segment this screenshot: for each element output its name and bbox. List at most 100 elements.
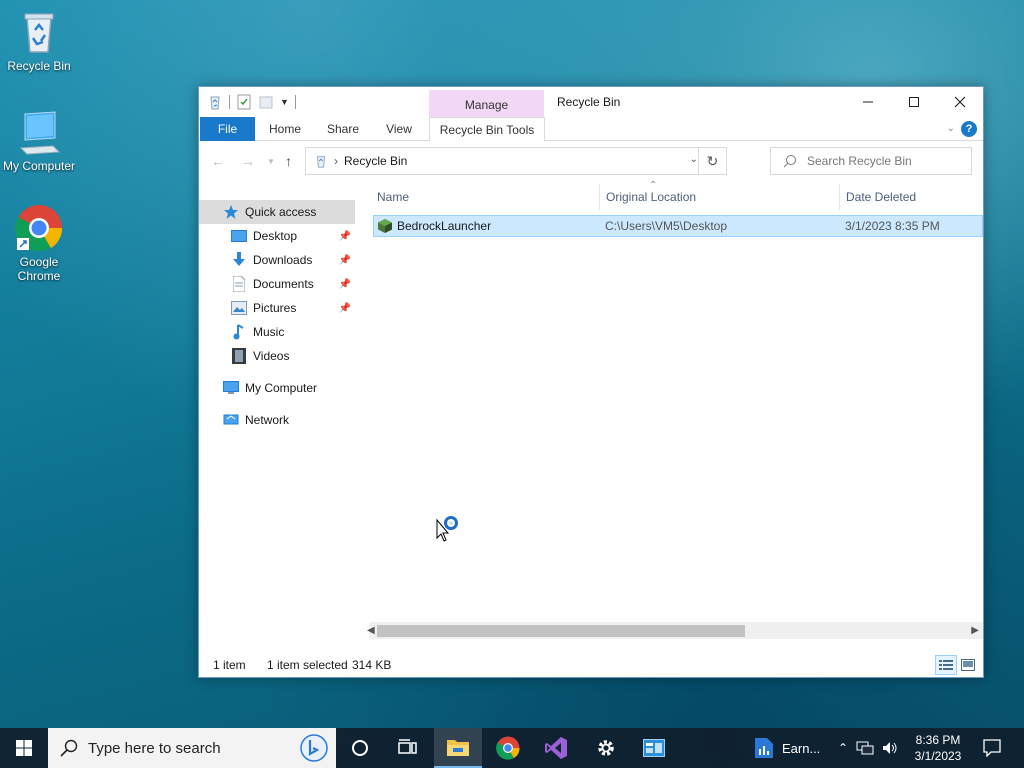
- nav-videos[interactable]: Videos: [199, 344, 355, 368]
- tab-recycle-bin-tools[interactable]: Recycle Bin Tools: [429, 117, 545, 142]
- pin-icon: 📌: [338, 278, 351, 290]
- address-row: ← → ▼ ↑ › Recycle Bin ⌄ ↻ Search Recycle…: [199, 142, 983, 180]
- column-header-date-deleted[interactable]: Date Deleted: [846, 180, 976, 214]
- document-chart-icon: [755, 738, 773, 758]
- recycle-bin-icon: [15, 8, 63, 56]
- close-button[interactable]: [937, 87, 983, 117]
- help-icon[interactable]: ?: [961, 121, 977, 137]
- taskbar-search-input[interactable]: Type here to search: [48, 728, 336, 768]
- details-view-button[interactable]: [935, 655, 957, 675]
- desktop-icon-label: Recycle Bin: [7, 59, 71, 73]
- status-size: 314 KB: [352, 658, 392, 672]
- start-button[interactable]: [0, 728, 48, 768]
- taskbar-settings[interactable]: [582, 728, 630, 768]
- taskbar: Type here to search Earn... ⌃ 8:36 PM 3/…: [0, 728, 1024, 768]
- visual-studio-icon: [545, 737, 567, 759]
- file-row-bedrocklauncher[interactable]: BedrockLauncher C:\Users\VM5\Desktop 3/1…: [373, 215, 983, 237]
- quick-access-toolbar: ▼: [207, 94, 296, 110]
- app-window-icon: [643, 739, 665, 757]
- desktop-icon-label: Google Chrome: [17, 255, 61, 283]
- properties-icon[interactable]: [236, 94, 252, 110]
- taskbar-app[interactable]: [630, 728, 678, 768]
- nav-my-computer[interactable]: My Computer: [199, 376, 355, 400]
- desktop-icon-my-computer[interactable]: My Computer: [0, 108, 78, 173]
- maximize-button[interactable]: [891, 87, 937, 117]
- action-center-button[interactable]: [972, 728, 1012, 768]
- column-divider[interactable]: [599, 184, 600, 210]
- bing-icon[interactable]: [300, 734, 328, 762]
- windows-logo-icon: [16, 740, 32, 756]
- scrollbar-thumb[interactable]: [377, 625, 745, 637]
- network-icon[interactable]: [856, 741, 874, 755]
- nav-documents[interactable]: Documents 📌: [199, 272, 355, 296]
- details-view-icon: [939, 660, 953, 670]
- picture-icon: [231, 300, 247, 316]
- computer-icon: [223, 380, 239, 396]
- desktop-folder-icon: [231, 228, 247, 244]
- desktop-icon-label: My Computer: [2, 159, 76, 173]
- file-original-location: C:\Users\VM5\Desktop: [605, 219, 728, 233]
- forward-icon[interactable]: →: [241, 153, 255, 169]
- breadcrumb[interactable]: Recycle Bin: [344, 154, 407, 168]
- recycle-bin-window: ▼ Manage Recycle Bin File Home Share Vie…: [198, 86, 984, 678]
- busy-cursor-icon: [436, 514, 462, 545]
- minimize-icon: [863, 101, 873, 103]
- scroll-left-icon[interactable]: ◀: [367, 622, 375, 639]
- volume-icon[interactable]: [882, 741, 898, 755]
- column-header-name[interactable]: Name: [377, 180, 599, 214]
- chevron-up-icon[interactable]: ⌃: [838, 741, 848, 755]
- nav-network[interactable]: Network: [199, 408, 355, 432]
- minecraft-app-icon: [378, 219, 392, 233]
- recent-locations-icon[interactable]: ▼: [267, 157, 275, 166]
- network-icon: [223, 412, 239, 428]
- tab-manage[interactable]: Manage: [429, 90, 544, 117]
- taskbar-chrome[interactable]: [484, 728, 532, 768]
- document-icon: [231, 276, 247, 292]
- scroll-right-icon[interactable]: ▶: [971, 622, 979, 639]
- desktop-icon-recycle-bin[interactable]: Recycle Bin: [0, 8, 78, 73]
- qat-dropdown-icon[interactable]: ▼: [280, 97, 289, 107]
- nav-pictures[interactable]: Pictures 📌: [199, 296, 355, 320]
- title-bar: ▼ Manage Recycle Bin: [199, 87, 983, 117]
- qat-separator: [294, 95, 296, 109]
- up-icon[interactable]: ↑: [285, 153, 292, 169]
- chevron-down-icon[interactable]: ⌄: [690, 154, 698, 165]
- nav-music[interactable]: Music: [199, 320, 355, 344]
- taskbar-search-placeholder: Type here to search: [88, 739, 221, 757]
- taskbar-visual-studio[interactable]: [532, 728, 580, 768]
- refresh-button[interactable]: ↻: [698, 148, 726, 174]
- search-placeholder: Search Recycle Bin: [807, 154, 912, 168]
- window-title: Recycle Bin: [557, 95, 621, 109]
- taskbar-file-explorer[interactable]: [434, 728, 482, 768]
- task-view-button[interactable]: [384, 728, 432, 768]
- taskbar-clock[interactable]: 8:36 PM 3/1/2023: [908, 732, 968, 764]
- large-icons-view-icon: [961, 659, 975, 671]
- status-selection: 1 item selected: [267, 658, 348, 672]
- earnings-label: Earn...: [782, 740, 821, 756]
- back-icon[interactable]: ←: [211, 153, 225, 169]
- column-divider[interactable]: [839, 184, 840, 210]
- tab-view[interactable]: View: [375, 117, 423, 141]
- column-header-original-location[interactable]: Original Location: [606, 180, 838, 214]
- desktop-icon-chrome[interactable]: Google Chrome: [0, 204, 78, 283]
- close-icon: [954, 96, 966, 108]
- tab-share[interactable]: Share: [319, 117, 367, 141]
- tab-home[interactable]: Home: [261, 117, 309, 141]
- folder-icon: [447, 740, 469, 756]
- horizontal-scrollbar[interactable]: ◀ ▶: [367, 622, 983, 639]
- tab-file[interactable]: File: [200, 117, 255, 141]
- system-tray: ⌃: [838, 728, 898, 768]
- cortana-button[interactable]: [336, 728, 384, 768]
- minimize-button[interactable]: [845, 87, 891, 117]
- nav-downloads[interactable]: Downloads 📌: [199, 248, 355, 272]
- nav-quick-access[interactable]: Quick access: [199, 200, 355, 224]
- large-icons-view-button[interactable]: [957, 655, 979, 675]
- ribbon-expand-icon[interactable]: ⌄: [947, 123, 955, 134]
- address-bar[interactable]: › Recycle Bin ⌄ ↻: [305, 147, 727, 175]
- nav-desktop[interactable]: Desktop 📌: [199, 224, 355, 248]
- new-folder-icon[interactable]: [258, 94, 274, 110]
- status-bar: 1 item 1 item selected 314 KB: [199, 653, 983, 677]
- earnings-widget[interactable]: Earn...: [754, 728, 820, 768]
- search-input[interactable]: Search Recycle Bin: [770, 147, 972, 175]
- pin-icon: 📌: [338, 254, 351, 266]
